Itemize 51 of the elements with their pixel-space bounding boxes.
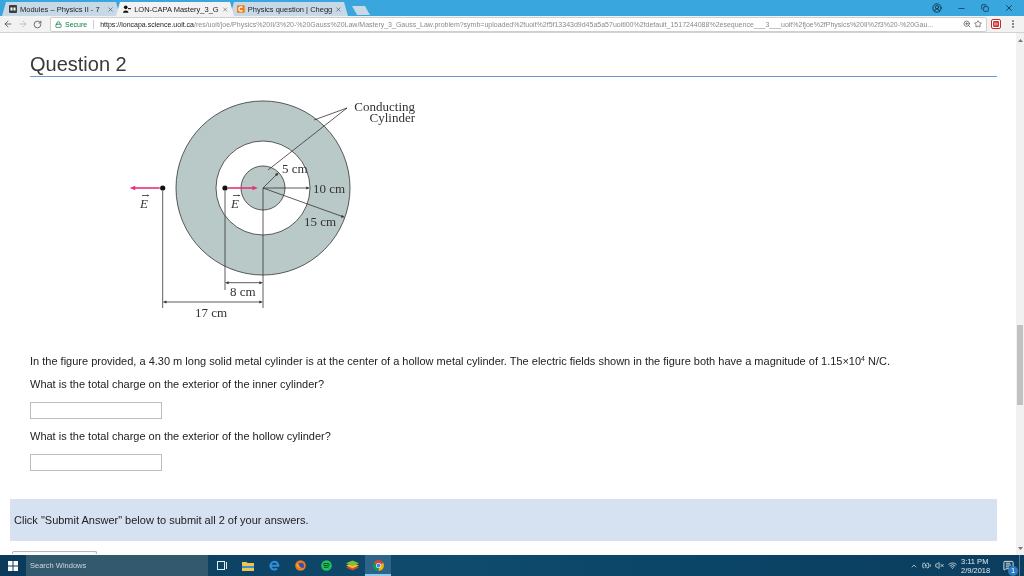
field-label: E — [231, 196, 239, 211]
wifi-icon[interactable] — [948, 561, 957, 570]
restore-icon[interactable] — [981, 4, 989, 12]
task-view-icon — [216, 561, 228, 570]
problem-statement: In the figure provided, a 4.30 m long solid metal cylinder is at the center of a hollow metal cylinder. The electric fields shown in the figure both have a magnitude of 1.15×10$^{4}$ N/C. — [30, 355, 891, 368]
layers-icon — [345, 560, 359, 571]
start-icon[interactable] — [8, 560, 18, 571]
speaker-muted-icon[interactable] — [935, 561, 944, 570]
c-tile-icon — [237, 5, 245, 13]
lock-icon — [55, 20, 62, 28]
dimension-label: 5 cm — [282, 161, 308, 176]
cylinder-label: Conducting Cylinder — [354, 99, 415, 125]
partial-button[interactable] — [12, 551, 97, 554]
back-icon[interactable] — [2, 19, 13, 29]
question-prompt: What is the total charge on the exterior of the inner cylinder? — [30, 378, 325, 391]
close-icon[interactable] — [335, 5, 342, 13]
person-icon — [123, 5, 132, 13]
dimension-label: 10 cm — [313, 181, 346, 196]
sound-waves-icon — [320, 560, 332, 571]
field-point — [160, 185, 166, 191]
folder-icon — [242, 560, 254, 571]
zoom-icon[interactable] — [963, 20, 971, 28]
tile-icon — [9, 5, 17, 13]
address-field[interactable] — [50, 16, 987, 32]
close-icon[interactable] — [1004, 3, 1014, 13]
scroll-up-icon[interactable] — [1017, 39, 1023, 42]
reload-icon[interactable] — [33, 19, 42, 29]
dimension-label: 8 cm — [230, 284, 256, 299]
answer-field[interactable] — [30, 402, 162, 419]
star-icon[interactable] — [974, 20, 982, 28]
flame-globe-icon — [294, 560, 306, 571]
question-prompt: What is the total charge on the exterior of the hollow cylinder? — [30, 430, 331, 443]
notification-icon[interactable] — [1002, 560, 1014, 571]
segmented-circle-icon — [372, 560, 384, 571]
scrollbar-thumb[interactable] — [1017, 325, 1023, 405]
battery-icon[interactable] — [922, 561, 931, 570]
scroll-down-icon[interactable] — [1017, 547, 1023, 550]
field-label: E — [140, 196, 148, 211]
dimension-label: 17 cm — [195, 305, 228, 320]
taskbar-button[interactable] — [365, 555, 391, 576]
e-logo-icon — [268, 560, 280, 571]
field-point — [222, 185, 228, 191]
user-icon[interactable] — [932, 3, 942, 13]
extension-icon[interactable] — [990, 19, 1001, 29]
question-title: Question 2 — [30, 52, 127, 76]
dimension-label: 15 cm — [304, 214, 337, 229]
submit-instructions: Click "Submit Answer" below to submit all 2 of your answers. — [14, 514, 309, 526]
close-icon[interactable] — [107, 5, 114, 13]
dimension-arrow — [225, 281, 263, 285]
solid-cylinder — [240, 165, 286, 211]
answer-field[interactable] — [30, 454, 162, 471]
